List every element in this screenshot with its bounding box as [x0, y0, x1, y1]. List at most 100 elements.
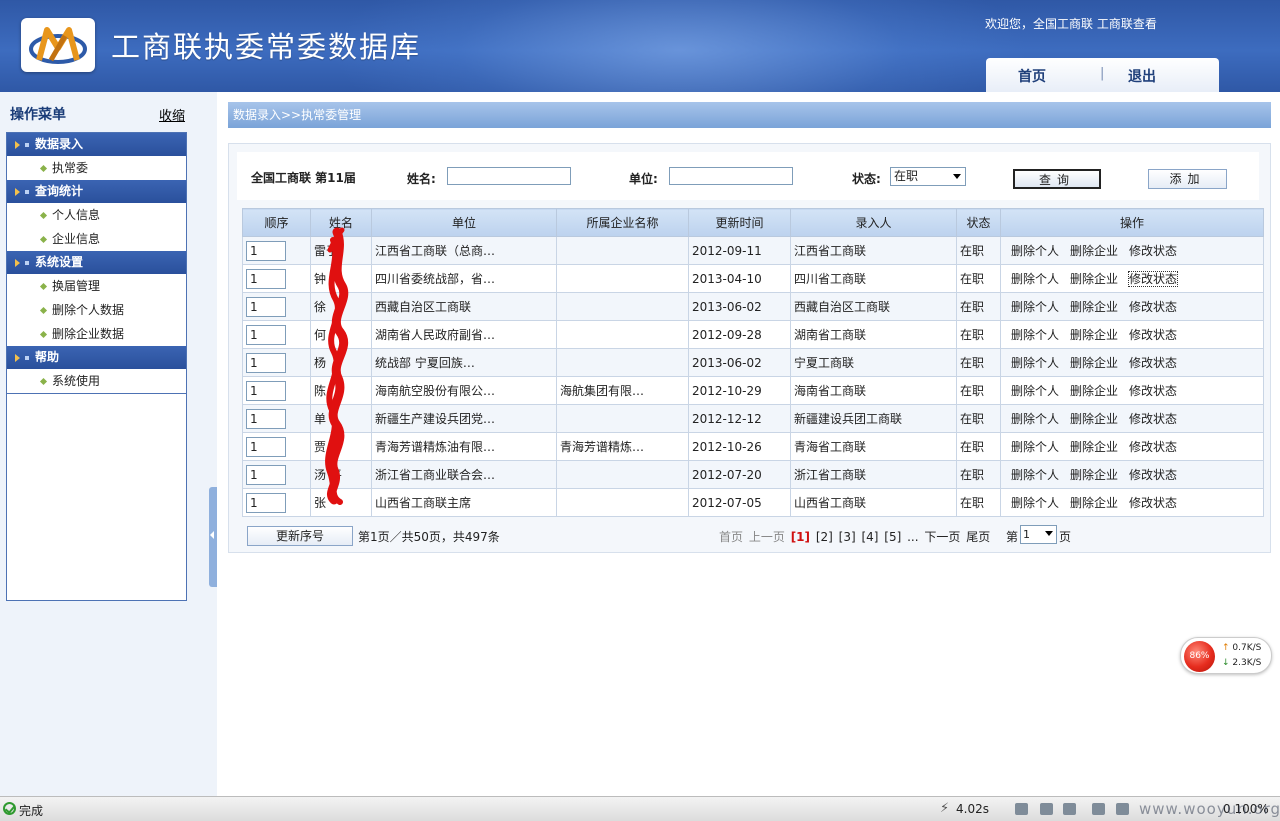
goto-page-select[interactable]: 1 [1020, 525, 1057, 544]
add-button[interactable]: 添加 [1148, 169, 1227, 189]
caret-right-icon [15, 187, 20, 196]
unit-cell: 湖南省人民政府副省… [371, 320, 557, 349]
delete-company-link[interactable]: 删除企业 [1070, 272, 1118, 286]
nav-home-link[interactable]: 首页 [1018, 66, 1046, 86]
sidebar-toggle-handle[interactable] [209, 487, 217, 587]
menu-item-term-management[interactable]: 换届管理 [7, 274, 186, 298]
query-button[interactable]: 查询 [1013, 169, 1101, 189]
current-page: [1] [790, 530, 811, 544]
delete-company-link[interactable]: 删除企业 [1070, 468, 1118, 482]
delete-company-link[interactable]: 删除企业 [1070, 356, 1118, 370]
menu-item-label: 企业信息 [52, 232, 101, 246]
menu-item-committee[interactable]: 执常委 [7, 156, 186, 180]
company-cell [556, 348, 689, 377]
delete-personal-link[interactable]: 删除个人 [1011, 496, 1059, 510]
order-input[interactable]: 1 [246, 240, 286, 261]
delete-company-link[interactable]: 删除企业 [1070, 300, 1118, 314]
change-status-link[interactable]: 修改状态 [1129, 412, 1177, 426]
page-number-links[interactable]: [2] [3] [4] [5] ... [816, 530, 919, 544]
settings-icon[interactable] [1116, 803, 1129, 815]
menu-group-data-entry[interactable]: 数据录入 [7, 133, 186, 156]
order-cell: 1 [242, 292, 311, 321]
menu-item-personal-info[interactable]: 个人信息 [7, 203, 186, 227]
delete-personal-link[interactable]: 删除个人 [1011, 412, 1059, 426]
diamond-bullet-icon [39, 164, 48, 173]
load-time: 4.02s [956, 802, 989, 816]
nav-separator: | [1100, 66, 1105, 81]
change-status-link[interactable]: 修改状态 [1129, 356, 1177, 370]
next-page-link[interactable]: 下一页 [924, 530, 960, 544]
page-info: 第1页／共50页，共497条 [358, 530, 500, 544]
order-input[interactable]: 1 [246, 408, 286, 429]
updated-cell: 2012-07-05 [688, 488, 791, 517]
delete-personal-link[interactable]: 删除个人 [1011, 384, 1059, 398]
diamond-bullet-icon [39, 306, 48, 315]
delete-company-link[interactable]: 删除企业 [1070, 244, 1118, 258]
actions-cell: 删除个人 删除企业 修改状态 [1000, 264, 1264, 293]
menu-item-delete-personal[interactable]: 删除个人数据 [7, 298, 186, 322]
order-input[interactable]: 1 [246, 324, 286, 345]
bullet-icon [25, 260, 29, 265]
network-speed-widget[interactable]: 86% ↑ 0.7K/S ↓ 2.3K/S [1180, 637, 1272, 674]
download-icon[interactable] [1063, 803, 1076, 815]
menu-group-query-stats[interactable]: 查询统计 [7, 180, 186, 203]
delete-personal-link[interactable]: 删除个人 [1011, 468, 1059, 482]
delete-personal-link[interactable]: 删除个人 [1011, 244, 1059, 258]
change-status-link[interactable]: 修改状态 [1129, 244, 1177, 258]
menu-item-system-usage[interactable]: 系统使用 [7, 369, 186, 393]
actions-cell: 删除个人 删除企业 修改状态 [1000, 404, 1264, 433]
delete-personal-link[interactable]: 删除个人 [1011, 356, 1059, 370]
update-order-button[interactable]: 更新序号 [247, 526, 353, 546]
menu-divider [7, 393, 186, 394]
delete-company-link[interactable]: 删除企业 [1070, 412, 1118, 426]
sidebar-collapse-link[interactable]: 收缩 [159, 105, 185, 124]
change-status-link[interactable]: 修改状态 [1129, 328, 1177, 342]
order-input[interactable]: 1 [246, 464, 286, 485]
change-status-link[interactable]: 修改状态 [1129, 384, 1177, 398]
change-status-link[interactable]: 修改状态 [1129, 300, 1177, 314]
order-input[interactable]: 1 [246, 352, 286, 373]
updated-cell: 2013-06-02 [688, 292, 791, 321]
delete-company-link[interactable]: 删除企业 [1070, 496, 1118, 510]
org-session-label: 全国工商联 第11届 [251, 171, 356, 185]
delete-company-link[interactable]: 删除企业 [1070, 440, 1118, 454]
speaker-icon[interactable] [1092, 803, 1105, 815]
delete-personal-link[interactable]: 删除个人 [1011, 440, 1059, 454]
edit-icon[interactable] [1015, 803, 1028, 815]
order-input[interactable]: 1 [246, 380, 286, 401]
column-header: 录入人 [790, 208, 957, 237]
order-cell: 1 [242, 348, 311, 377]
order-input[interactable]: 1 [246, 268, 286, 289]
delete-personal-link[interactable]: 删除个人 [1011, 328, 1059, 342]
menu-group-help[interactable]: 帮助 [7, 346, 186, 369]
menu-item-delete-company[interactable]: 删除企业数据 [7, 322, 186, 346]
delete-personal-link[interactable]: 删除个人 [1011, 272, 1059, 286]
change-status-link[interactable]: 修改状态 [1129, 440, 1177, 454]
order-input[interactable]: 1 [246, 436, 286, 457]
delete-company-link[interactable]: 删除企业 [1070, 328, 1118, 342]
last-page-link[interactable]: 尾页 [966, 530, 990, 544]
unit-input[interactable] [669, 167, 793, 185]
updated-cell: 2012-09-28 [688, 320, 791, 349]
entered-by-cell: 山西省工商联 [790, 488, 957, 517]
column-header: 状态 [956, 208, 1001, 237]
name-input[interactable] [447, 167, 571, 185]
status-select[interactable]: 在职 [890, 167, 966, 186]
menu-item-company-info[interactable]: 企业信息 [7, 227, 186, 251]
name-cell: 汤 平 [310, 460, 372, 489]
status-cell: 在职 [956, 460, 1001, 489]
delete-personal-link[interactable]: 删除个人 [1011, 300, 1059, 314]
change-status-link[interactable]: 修改状态 [1129, 468, 1177, 482]
order-input[interactable]: 1 [246, 296, 286, 317]
user-icon[interactable] [1040, 803, 1053, 815]
actions-cell: 删除个人 删除企业 修改状态 [1000, 292, 1264, 321]
order-input[interactable]: 1 [246, 492, 286, 513]
menu-group-settings[interactable]: 系统设置 [7, 251, 186, 274]
menu-item-label: 个人信息 [52, 208, 101, 222]
diamond-bullet-icon [39, 282, 48, 291]
change-status-link[interactable]: 修改状态 [1129, 496, 1177, 510]
order-cell: 1 [242, 404, 311, 433]
delete-company-link[interactable]: 删除企业 [1070, 384, 1118, 398]
nav-logout-link[interactable]: 退出 [1128, 66, 1156, 86]
change-status-link[interactable]: 修改状态 [1128, 271, 1179, 287]
